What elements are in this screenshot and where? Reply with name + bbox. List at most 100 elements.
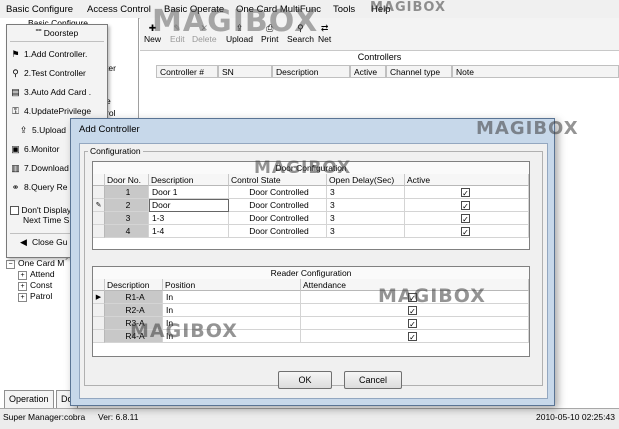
column-header[interactable]: Note — [452, 65, 619, 78]
configuration-group: Configuration Door Configuration Door No… — [84, 146, 543, 386]
active-checkbox[interactable]: ✓ — [461, 188, 470, 198]
row-selector[interactable] — [93, 212, 105, 225]
row-selector[interactable] — [93, 304, 105, 317]
auto-add-card-step[interactable]: ▤ 3.Auto Add Card . — [9, 87, 105, 104]
dont-display-option[interactable]: Don't Display Next Time S — [10, 205, 71, 225]
pencil-icon: ✎ — [95, 202, 102, 209]
menu-access-control[interactable]: Access Control — [87, 4, 151, 15]
door-description-cell[interactable]: 1-3 — [149, 212, 229, 225]
reader-description-cell: R2-A — [105, 304, 163, 317]
menu-tools[interactable]: Tools — [333, 4, 355, 15]
search-button[interactable]: ⚲ Search — [287, 22, 314, 44]
control-state-cell[interactable]: Door Controlled — [229, 199, 327, 212]
door-description-cell[interactable]: Door 1 — [149, 186, 229, 199]
dont-display-checkbox[interactable] — [10, 206, 19, 215]
row-selector[interactable] — [93, 186, 105, 199]
control-state-cell[interactable]: Door Controlled — [229, 225, 327, 238]
column-header[interactable]: Description — [149, 174, 229, 186]
door-number-cell: 1 — [105, 186, 149, 199]
cancel-button[interactable]: Cancel — [344, 371, 402, 389]
reader-configuration-grid[interactable]: Reader Configuration Description Positio… — [92, 266, 530, 357]
attendance-checkbox[interactable]: ✓ — [408, 319, 417, 329]
reader-description-cell: R4-A — [105, 330, 163, 343]
menu-basic-operate[interactable]: Basic Operate — [164, 4, 224, 15]
new-icon: ✚ — [148, 23, 157, 33]
menu-one-card-multifunc[interactable]: One Card MultiFunc — [236, 4, 321, 15]
reader-description-cell: R3-A — [105, 317, 163, 330]
dialog-title: Add Controller — [79, 124, 140, 135]
row-selector[interactable] — [93, 330, 105, 343]
control-state-cell[interactable]: Door Controlled — [229, 186, 327, 199]
search-icon: ⚲ — [297, 23, 304, 33]
test-controller-step[interactable]: ⚲ 2.Test Controller — [9, 68, 105, 85]
column-header[interactable]: Controller # — [156, 65, 218, 78]
configuration-label: Configuration — [88, 146, 143, 156]
new-button[interactable]: ✚ New — [144, 22, 161, 44]
tree-node-one-card[interactable]: − One Card M — [6, 258, 64, 269]
active-checkbox[interactable]: ✓ — [461, 227, 470, 237]
reader-position-cell[interactable]: In — [163, 330, 301, 343]
door-configuration-grid[interactable]: Door Configuration Door No. Description … — [92, 161, 530, 250]
binoculars-icon: ⚭ — [11, 182, 20, 192]
reader-position-cell[interactable]: In — [163, 317, 301, 330]
attendance-checkbox[interactable]: ✓ — [408, 332, 417, 342]
menu-help[interactable]: Help — [371, 4, 391, 15]
row-selector[interactable]: ✎ — [93, 199, 105, 212]
column-header[interactable]: Description — [272, 65, 350, 78]
upload-button[interactable]: ⇪ Upload — [226, 22, 253, 44]
status-datetime: 2010-05-10 02:25:43 — [536, 412, 615, 422]
reader-position-cell[interactable]: In — [163, 304, 301, 317]
tab-operation[interactable]: Operation — [4, 390, 54, 409]
column-header[interactable]: Control State — [229, 174, 327, 186]
active-checkbox[interactable]: ✓ — [461, 214, 470, 224]
tree-node-label: Attend — [30, 269, 55, 279]
net-button[interactable]: ⇄ Net — [318, 22, 331, 44]
row-selector[interactable]: ▶ — [93, 291, 105, 304]
column-header[interactable]: SN — [218, 65, 272, 78]
status-bar: Super Manager:cobra Ver: 6.8.11 2010-05-… — [0, 408, 619, 429]
active-checkbox[interactable]: ✓ — [461, 201, 470, 211]
open-delay-cell[interactable]: 3 — [327, 225, 405, 238]
ok-button[interactable]: OK — [278, 371, 332, 389]
door-description-cell[interactable]: Door — [149, 199, 229, 212]
open-delay-cell[interactable]: 3 — [327, 212, 405, 225]
door-number-cell: 4 — [105, 225, 149, 238]
menu-bar: Basic Configure Access Control Basic Ope… — [0, 0, 619, 19]
tree-node-patrol[interactable]: + Patrol — [18, 291, 52, 302]
reader-position-cell[interactable]: In — [163, 291, 301, 304]
column-header[interactable]: Active — [350, 65, 386, 78]
tree-node-const[interactable]: + Const — [18, 280, 52, 291]
row-header-corner — [93, 279, 105, 291]
download-icon: ▥ — [11, 163, 20, 173]
column-header[interactable]: Active — [405, 174, 529, 186]
expand-icon[interactable]: + — [18, 271, 27, 280]
open-delay-cell[interactable]: 3 — [327, 186, 405, 199]
open-delay-cell[interactable]: 3 — [327, 199, 405, 212]
attendance-checkbox[interactable]: ✓ — [408, 293, 417, 303]
delete-button[interactable]: ✕ Delete — [192, 22, 217, 44]
door-description-cell[interactable]: 1-4 — [149, 225, 229, 238]
column-header[interactable]: Attendance — [301, 279, 529, 291]
divider — [10, 41, 104, 42]
expand-icon[interactable]: + — [18, 282, 27, 291]
column-header[interactable]: Door No. — [105, 174, 149, 186]
add-controller-step[interactable]: ⚑ 1.Add Controller. — [9, 49, 105, 66]
delete-icon: ✕ — [200, 23, 209, 33]
column-header[interactable]: Open Delay(Sec) — [327, 174, 405, 186]
edit-button[interactable]: ✎ Edit — [170, 22, 185, 44]
column-header[interactable]: Description — [105, 279, 163, 291]
control-state-cell[interactable]: Door Controlled — [229, 212, 327, 225]
collapse-icon[interactable]: − — [6, 260, 15, 269]
expand-icon[interactable]: + — [18, 293, 27, 302]
row-selector[interactable] — [93, 317, 105, 330]
column-header[interactable]: Position — [163, 279, 301, 291]
monitor-icon: ▣ — [11, 144, 20, 154]
active-cell: ✓ — [405, 199, 529, 212]
tree-node-attend[interactable]: + Attend — [18, 269, 55, 280]
menu-basic-configure[interactable]: Basic Configure — [6, 4, 73, 15]
controllers-grid-title: Controllers — [357, 52, 402, 62]
print-button[interactable]: ⎙ Print — [261, 22, 278, 44]
column-header[interactable]: Channel type — [386, 65, 452, 78]
attendance-checkbox[interactable]: ✓ — [408, 306, 417, 316]
row-selector[interactable] — [93, 225, 105, 238]
